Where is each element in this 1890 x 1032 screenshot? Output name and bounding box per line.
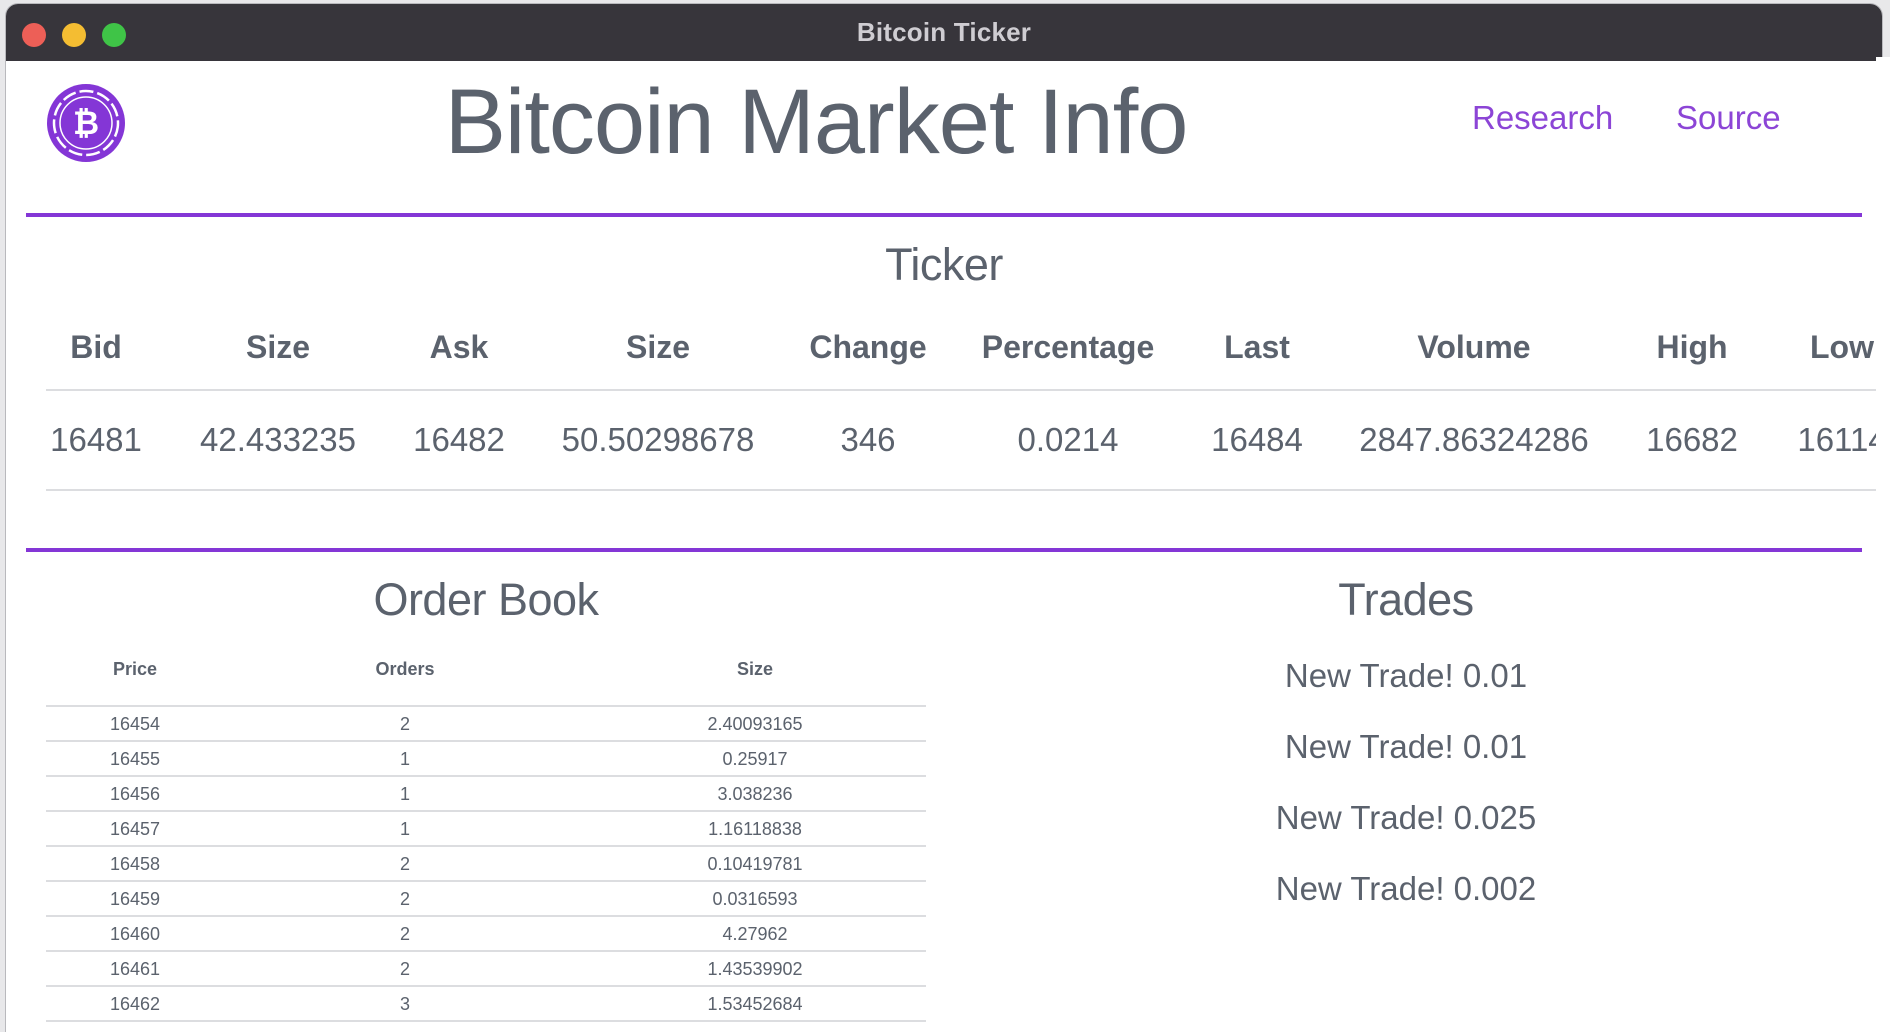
- nav-link-source[interactable]: Source: [1676, 99, 1781, 137]
- ticker-value-bid-size: 42.433235: [200, 421, 356, 458]
- ticker-value-change: 346: [840, 421, 896, 458]
- order-book-orders: 2: [399, 959, 411, 979]
- order-book-price: 16460: [109, 924, 161, 944]
- ticker-header-last: Last: [1224, 329, 1290, 365]
- nav-link-research[interactable]: Research: [1472, 99, 1613, 137]
- order-book-orders: 1: [399, 784, 411, 804]
- order-book-header-row: Price Orders Size: [46, 641, 926, 707]
- order-book-orders: 3: [399, 994, 411, 1014]
- bitcoin-logo-icon: ₿: [47, 84, 125, 162]
- ticker-value-high: 16682: [1646, 421, 1738, 458]
- order-book-row: 16462 3 1.53452684: [46, 987, 926, 1022]
- order-book-orders: 2: [399, 854, 411, 874]
- close-window-button[interactable]: [22, 23, 46, 47]
- svg-text:₿: ₿: [73, 104, 99, 142]
- order-book-row: 16455 1 0.25917: [46, 742, 926, 777]
- order-book-header-orders: Orders: [375, 659, 435, 679]
- ticker-value-volume: 2847.86324286: [1359, 421, 1589, 458]
- order-book-row: 16457 1 1.16118838: [46, 812, 926, 847]
- ticker-value-ask: 16482: [413, 421, 505, 458]
- page-content: ₿ Bitcoin Market Info Research Source Ti…: [6, 61, 1882, 1032]
- order-book-price: 16454: [109, 714, 161, 734]
- page-title: Bitcoin Market Info: [444, 71, 1189, 173]
- ticker-header-percentage: Percentage: [981, 329, 1155, 365]
- ticker-value-bid: 16481: [50, 421, 142, 458]
- minimize-window-button[interactable]: [62, 23, 86, 47]
- window-title: Bitcoin Ticker: [856, 17, 1032, 47]
- order-book-size: 1.16118838: [708, 819, 802, 839]
- order-book-orders: 2: [399, 714, 411, 734]
- ticker-value-last: 16484: [1211, 421, 1303, 458]
- order-book-orders: 2: [399, 924, 411, 944]
- order-book-row: 16459 2 0.0316593: [46, 882, 926, 917]
- ticker-header-row: Bid Size Ask Size Change Percentage Last…: [46, 307, 1882, 391]
- ticker-header-bid: Bid: [70, 329, 122, 365]
- ticker-value-low: 16114: [1797, 421, 1882, 458]
- trade-item: New Trade! 0.002: [1275, 870, 1537, 907]
- order-book-size: 0.0316593: [712, 889, 798, 909]
- order-book-price: 16461: [109, 959, 161, 979]
- order-book-orders: 2: [399, 889, 411, 909]
- order-book-header-price: Price: [112, 659, 158, 679]
- ticker-value-ask-size: 50.50298678: [561, 421, 755, 458]
- ticker-value-percentage: 0.0214: [1017, 421, 1119, 458]
- trade-item: New Trade! 0.01: [1284, 728, 1528, 765]
- order-book-price: 16458: [109, 854, 161, 874]
- section-divider: [26, 548, 1862, 552]
- header-divider: [26, 213, 1862, 217]
- ticker-header-ask: Ask: [429, 329, 489, 365]
- order-book-size: 0.25917: [722, 749, 788, 769]
- app-window: Bitcoin Ticker ₿ Bitcoin Market Info Res…: [6, 4, 1882, 1032]
- ticker-header-ask-size: Size: [625, 329, 691, 365]
- trade-item: New Trade! 0.025: [1275, 799, 1537, 836]
- ticker-header-volume: Volume: [1417, 329, 1531, 365]
- background-window-edge: [1876, 57, 1890, 1032]
- ticker-header-low: Low: [1810, 329, 1874, 365]
- order-book-size: 1.43539902: [707, 959, 803, 979]
- order-book-orders: 1: [399, 819, 411, 839]
- order-book-row: 16461 2 1.43539902: [46, 952, 926, 987]
- ticker-header-high: High: [1656, 329, 1728, 365]
- order-book-size: 4.27962: [722, 924, 788, 944]
- order-book-row: 16454 2 2.40093165: [46, 707, 926, 742]
- order-book-price: 16462: [109, 994, 161, 1014]
- ticker-header-change: Change: [809, 329, 927, 365]
- order-book-price: 16455: [109, 749, 161, 769]
- ticker-header-bid-size: Size: [245, 329, 311, 365]
- order-book-orders: 1: [399, 749, 411, 769]
- maximize-window-button[interactable]: [102, 23, 126, 47]
- order-book-price: 16456: [109, 784, 161, 804]
- order-book-row: 16460 2 4.27962: [46, 917, 926, 952]
- order-book-row: 16458 2 0.10419781: [46, 847, 926, 882]
- trade-item: New Trade! 0.01: [1284, 657, 1528, 694]
- order-book-price: 16457: [109, 819, 161, 839]
- order-book-size: 3.038236: [717, 784, 793, 804]
- order-book-row: 16456 1 3.038236: [46, 777, 926, 812]
- ticker-value-row: 16481 42.433235 16482 50.50298678 346 0.…: [46, 391, 1882, 491]
- order-book-size: 1.53452684: [707, 994, 803, 1014]
- order-book-size: 2.40093165: [707, 714, 803, 734]
- ticker-section-title: Ticker: [885, 239, 1003, 290]
- order-book-title: Order Book: [373, 574, 599, 625]
- order-book-header-size: Size: [736, 659, 774, 679]
- order-book-price: 16459: [109, 889, 161, 909]
- title-bar[interactable]: Bitcoin Ticker: [6, 4, 1882, 61]
- trades-title: Trades: [1338, 574, 1474, 625]
- order-book-size: 0.10419781: [707, 854, 803, 874]
